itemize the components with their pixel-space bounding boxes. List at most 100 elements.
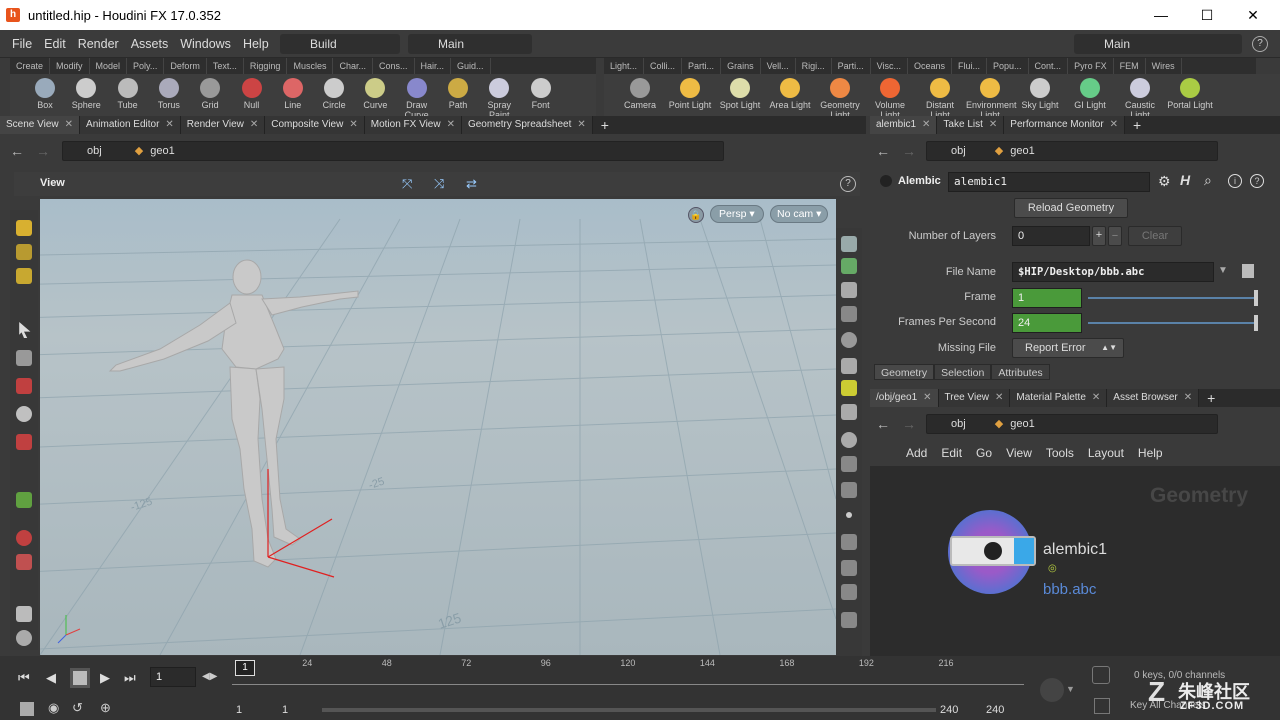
shelf-tool-portal-light[interactable]: Portal Light: [1166, 78, 1214, 110]
shelf-tab[interactable]: Cons...: [373, 58, 415, 74]
target-icon[interactable]: [841, 432, 857, 448]
vis-icon[interactable]: [841, 456, 857, 472]
path-node[interactable]: geo1: [1010, 418, 1034, 430]
range-start-playback[interactable]: 1: [282, 704, 288, 716]
shelf-tool-point-light[interactable]: Point Light: [666, 78, 714, 110]
tab-close-icon[interactable]: ✕: [577, 119, 585, 130]
fps-field[interactable]: 24: [1012, 313, 1082, 333]
clear-button[interactable]: Clear: [1128, 226, 1182, 246]
tab-close-icon[interactable]: ✕: [1092, 392, 1100, 403]
file-chooser-icon[interactable]: [1242, 264, 1254, 278]
loop-icon[interactable]: ↺: [72, 700, 83, 716]
menu-assets[interactable]: Assets: [131, 37, 169, 51]
network-path-field[interactable]: obj ◆ geo1: [926, 414, 1218, 434]
step-icon[interactable]: ◀▶: [202, 671, 217, 682]
shelf-tab[interactable]: Oceans: [908, 58, 952, 74]
shelf-tool-spray-paint[interactable]: Spray Paint: [478, 78, 520, 120]
shelf-tool-torus[interactable]: Torus: [148, 78, 190, 110]
realtime-icon[interactable]: [20, 702, 34, 716]
audio-icon[interactable]: ◉: [48, 700, 59, 716]
shelf-tool-draw-curve[interactable]: Draw Curve: [396, 78, 438, 120]
forward-arrow-icon[interactable]: →: [902, 416, 916, 432]
lock-cam-icon[interactable]: [841, 282, 857, 298]
tab-scene-view[interactable]: Scene View ✕: [0, 116, 81, 134]
3d-viewport[interactable]: 125 -125 -25 🔒 Persp ▾ No cam ▾: [40, 199, 836, 655]
tab-composite-view[interactable]: Composite View ✕: [265, 116, 365, 134]
pose-tool-icon[interactable]: [16, 434, 32, 450]
add-layer-button[interactable]: +: [1092, 226, 1106, 246]
help-icon[interactable]: ?: [1252, 36, 1268, 52]
node-display-flag[interactable]: [1014, 538, 1034, 564]
select-points-icon[interactable]: [16, 244, 32, 260]
shelf-tool-path[interactable]: Path: [437, 78, 479, 110]
light-icon[interactable]: [841, 358, 857, 374]
range-end[interactable]: 240: [986, 704, 1004, 716]
shelf-tab[interactable]: Light...: [604, 58, 645, 74]
shelf-tab[interactable]: Deform: [164, 58, 207, 74]
shelf-tab[interactable]: Parti...: [832, 58, 871, 74]
clock-icon[interactable]: ⊕: [100, 700, 111, 716]
tab-close-icon[interactable]: ✕: [447, 119, 455, 130]
file-name-field[interactable]: $HIP/Desktop/bbb.abc: [1012, 262, 1214, 282]
close-button[interactable]: ✕: [1230, 0, 1276, 30]
shelf-tool-gi-light[interactable]: GI Light: [1066, 78, 1114, 110]
shelf-tab[interactable]: Modify: [50, 58, 90, 74]
network-menu-edit[interactable]: Edit: [941, 446, 962, 460]
eraser-icon[interactable]: [16, 606, 32, 622]
shelf-tool-geometry-light[interactable]: Geometry Light: [816, 78, 864, 120]
remove-layer-button[interactable]: −: [1108, 226, 1122, 246]
keys-icon[interactable]: [1092, 666, 1110, 684]
search-icon[interactable]: ⌕: [1204, 172, 1212, 189]
channel-icon[interactable]: [1094, 698, 1110, 714]
node-name-field[interactable]: alembic1: [948, 172, 1150, 192]
shelf-tool-grid[interactable]: Grid: [189, 78, 231, 110]
param-help-icon[interactable]: ?: [1250, 174, 1264, 188]
jump-end-icon[interactable]: ⏭: [124, 670, 136, 686]
snap-icon[interactable]: [16, 554, 32, 570]
shelf-tab[interactable]: Cont...: [1029, 58, 1069, 74]
key-dropdown-icon[interactable]: ▼: [1066, 684, 1075, 694]
transform-tool-icon[interactable]: ⇄: [466, 176, 477, 192]
missing-file-menu[interactable]: Report Error ▲▼: [1012, 338, 1124, 358]
add-tab-icon[interactable]: +: [601, 117, 609, 133]
shelf-tab[interactable]: Wires: [1146, 58, 1182, 74]
menu-help[interactable]: Help: [243, 37, 269, 51]
tab-close-icon[interactable]: ✕: [165, 119, 173, 130]
move-tool-icon[interactable]: ⤨: [434, 176, 444, 192]
prim-icon[interactable]: [841, 612, 857, 628]
point-icon[interactable]: [846, 512, 852, 518]
fps-slider[interactable]: [1088, 322, 1256, 324]
handle-icon[interactable]: [16, 378, 32, 394]
current-frame-field[interactable]: 1: [150, 667, 196, 687]
network-menu-help[interactable]: Help: [1138, 446, 1163, 460]
shelf-tool-font[interactable]: Font: [520, 78, 562, 110]
number-icon[interactable]: [841, 584, 857, 600]
network-menu-go[interactable]: Go: [976, 446, 992, 460]
tab-alembic1[interactable]: alembic1 ✕: [870, 116, 938, 134]
add-tab-icon[interactable]: +: [1207, 390, 1215, 406]
play-icon[interactable]: ▶: [100, 670, 110, 686]
frame-field[interactable]: 1: [1012, 288, 1082, 308]
range-slider[interactable]: [322, 708, 936, 712]
tab-animation-editor[interactable]: Animation Editor ✕: [80, 116, 181, 134]
sun-icon[interactable]: [841, 404, 857, 420]
shelf-tab[interactable]: Visc...: [871, 58, 908, 74]
network-menu-tools[interactable]: Tools: [1046, 446, 1074, 460]
alembic-node[interactable]: [950, 536, 1036, 566]
select-tool-icon[interactable]: ⤧: [402, 176, 412, 192]
path-root[interactable]: obj: [951, 145, 966, 157]
shelf-tool-camera[interactable]: Camera: [616, 78, 664, 110]
shelf-tool-line[interactable]: Line: [272, 78, 314, 110]
subtab-selection[interactable]: Selection: [934, 364, 992, 380]
hip-icon[interactable]: H: [1180, 172, 1190, 188]
key-tool-icon[interactable]: [1040, 678, 1064, 702]
path-root[interactable]: obj: [87, 145, 102, 157]
play-reverse-icon[interactable]: ◀: [46, 670, 56, 686]
tab-close-icon[interactable]: ✕: [989, 119, 997, 130]
param-path-field[interactable]: obj ◆ geo1: [926, 141, 1218, 161]
tab-render-view[interactable]: Render View ✕: [180, 116, 266, 134]
shelf-tool-null[interactable]: Null: [231, 78, 273, 110]
shelf-tool-circle[interactable]: Circle: [313, 78, 355, 110]
shelf-tool-box[interactable]: Box: [24, 78, 66, 110]
back-arrow-icon[interactable]: ←: [876, 143, 890, 159]
